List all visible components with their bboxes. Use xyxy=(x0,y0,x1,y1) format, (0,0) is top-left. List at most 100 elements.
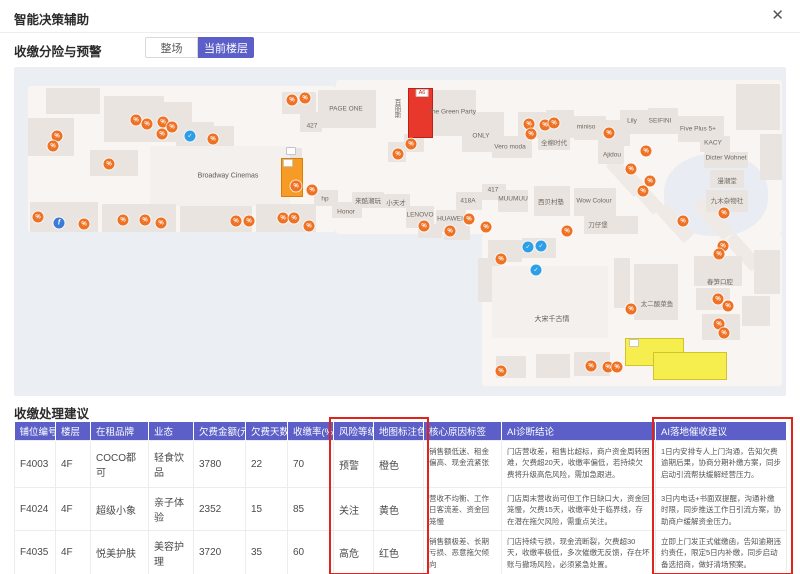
cell-floor: 4F xyxy=(56,441,91,488)
store-label: 太二酸菜鱼 xyxy=(641,298,674,308)
store-label: 小天才 xyxy=(386,197,406,207)
cell-map_color: 黄色 xyxy=(374,488,424,531)
store-label: 百丽斯 xyxy=(391,98,401,118)
store-block xyxy=(614,258,630,308)
warning-marker-icon[interactable]: % xyxy=(406,139,417,150)
cell-amount: 3780 xyxy=(194,441,246,488)
info-marker-icon[interactable]: ✓ xyxy=(536,241,547,252)
column-header-brand: 在租品牌 xyxy=(91,422,149,441)
column-header-reasons: 核心原因标签 xyxy=(424,422,502,441)
warning-marker-icon[interactable]: % xyxy=(481,222,492,233)
warning-marker-icon[interactable]: % xyxy=(79,219,90,230)
column-header-shop_id: 铺位编号 xyxy=(15,422,56,441)
warning-marker-icon[interactable]: % xyxy=(304,221,315,232)
warning-marker-icon[interactable]: % xyxy=(586,361,597,372)
store-label: miniso xyxy=(577,124,596,131)
table-row: F40354F悦美护肤美容护理37203560高危红色销售额极差、长期亏损、恶意… xyxy=(15,531,787,574)
warning-marker-icon[interactable]: % xyxy=(142,119,153,130)
warning-marker-icon[interactable]: % xyxy=(526,129,537,140)
cell-risk: 预警 xyxy=(334,441,374,488)
warning-marker-icon[interactable]: % xyxy=(612,362,623,373)
warning-marker-icon[interactable]: % xyxy=(464,214,475,225)
info-marker-icon[interactable]: f xyxy=(54,218,65,229)
warning-marker-icon[interactable]: % xyxy=(714,249,725,260)
cell-days: 22 xyxy=(246,441,288,488)
warning-marker-icon[interactable]: % xyxy=(496,254,507,265)
cell-brand: 悦美护肤 xyxy=(91,531,149,574)
store-label: 春笋口腔 xyxy=(707,276,733,286)
store-label: HUAWEI xyxy=(437,216,463,223)
store-block xyxy=(736,84,780,130)
cell-map_color: 橙色 xyxy=(374,441,424,488)
toggle-current-floor[interactable]: 当前楼层 xyxy=(198,37,254,58)
warning-marker-icon[interactable]: % xyxy=(496,366,507,377)
warning-marker-icon[interactable]: % xyxy=(167,122,178,133)
warning-marker-icon[interactable]: % xyxy=(278,213,289,224)
store-label: 刀仔堡 xyxy=(588,219,608,229)
cell-reasons: 营收不均衡、工作日客流差、资金回笼慢 xyxy=(424,488,502,531)
store-chip xyxy=(286,147,296,155)
warning-marker-icon[interactable]: % xyxy=(140,215,151,226)
warning-marker-icon[interactable]: % xyxy=(307,185,318,196)
cell-days: 35 xyxy=(246,531,288,574)
warning-marker-icon[interactable]: % xyxy=(157,129,168,140)
warning-marker-icon[interactable]: % xyxy=(291,181,302,192)
warning-marker-icon[interactable]: % xyxy=(562,226,573,237)
cell-days: 15 xyxy=(246,488,288,531)
warning-marker-icon[interactable]: % xyxy=(231,216,242,227)
store-block xyxy=(742,296,770,326)
warning-marker-icon[interactable]: % xyxy=(549,118,560,129)
dialog-title: 智能决策辅助 xyxy=(14,9,89,28)
warning-marker-icon[interactable]: % xyxy=(300,93,311,104)
table-row: F40244F超级小象亲子体验23521585关注黄色营收不均衡、工作日客流差、… xyxy=(15,488,787,531)
cell-rate: 70 xyxy=(288,441,334,488)
warning-marker-icon[interactable]: % xyxy=(445,226,456,237)
cell-brand: COCO都可 xyxy=(91,441,149,488)
cell-suggestion: 1日内安排专人上门沟通，告知欠费逾期后果，协商分期补缴方案，同步启动引流帮扶缓解… xyxy=(656,441,787,488)
highlight-yellow-store[interactable] xyxy=(653,352,727,380)
warning-marker-icon[interactable]: % xyxy=(156,218,167,229)
warning-marker-icon[interactable]: % xyxy=(645,176,656,187)
info-marker-icon[interactable]: ✓ xyxy=(523,242,534,253)
warning-marker-icon[interactable]: % xyxy=(713,294,724,305)
store-block xyxy=(612,216,638,234)
warning-marker-icon[interactable]: % xyxy=(723,301,734,312)
warning-marker-icon[interactable]: % xyxy=(208,134,219,145)
warning-marker-icon[interactable]: % xyxy=(641,146,652,157)
close-icon[interactable]: ✕ xyxy=(771,7,784,25)
table-row: F40034FCOCO都可轻食饮品37802270预警橙色销售额低迷、租金偏高、… xyxy=(15,441,787,488)
warning-marker-icon[interactable]: % xyxy=(719,208,730,219)
cell-shop_id: F4024 xyxy=(15,488,56,531)
warning-marker-icon[interactable]: % xyxy=(419,221,430,232)
warning-marker-icon[interactable]: % xyxy=(287,95,298,106)
store-label: 大宋千古情 xyxy=(535,314,570,324)
store-label: ONLY xyxy=(472,133,489,140)
warning-marker-icon[interactable]: % xyxy=(289,213,300,224)
warning-marker-icon[interactable]: % xyxy=(604,128,615,139)
warning-marker-icon[interactable]: % xyxy=(719,328,730,339)
warning-marker-icon[interactable]: % xyxy=(118,215,129,226)
cell-floor: 4F xyxy=(56,531,91,574)
store-label: Five Plus 5+ xyxy=(680,126,716,133)
warning-marker-icon[interactable]: % xyxy=(131,115,142,126)
warning-marker-icon[interactable]: % xyxy=(33,212,44,223)
info-marker-icon[interactable]: ✓ xyxy=(185,131,196,142)
cell-risk: 关注 xyxy=(334,488,374,531)
column-header-floor: 楼层 xyxy=(56,422,91,441)
store-label: Vero moda xyxy=(494,144,525,151)
cell-diagnosis: 门店营收差，租售比超标，商户资金周转困难，欠费超20天，收缴率偏低，若持续欠费将… xyxy=(502,441,656,488)
store-label: hp xyxy=(321,196,328,203)
info-marker-icon[interactable]: ✓ xyxy=(531,265,542,276)
warning-marker-icon[interactable]: % xyxy=(244,216,255,227)
store-block xyxy=(492,266,608,338)
toggle-whole-mall[interactable]: 整场 xyxy=(145,37,198,58)
store-block xyxy=(46,88,100,114)
warning-marker-icon[interactable]: % xyxy=(626,304,637,315)
warning-marker-icon[interactable]: % xyxy=(626,164,637,175)
warning-marker-icon[interactable]: % xyxy=(104,159,115,170)
warning-marker-icon[interactable]: % xyxy=(638,186,649,197)
warning-marker-icon[interactable]: % xyxy=(48,141,59,152)
warning-marker-icon[interactable]: % xyxy=(393,149,404,160)
warning-marker-icon[interactable]: % xyxy=(678,216,689,227)
cell-suggestion: 3日内电话+书面双提醒，沟通补缴时限，同步推送工作日引流方案，协助商户缓解资金压… xyxy=(656,488,787,531)
